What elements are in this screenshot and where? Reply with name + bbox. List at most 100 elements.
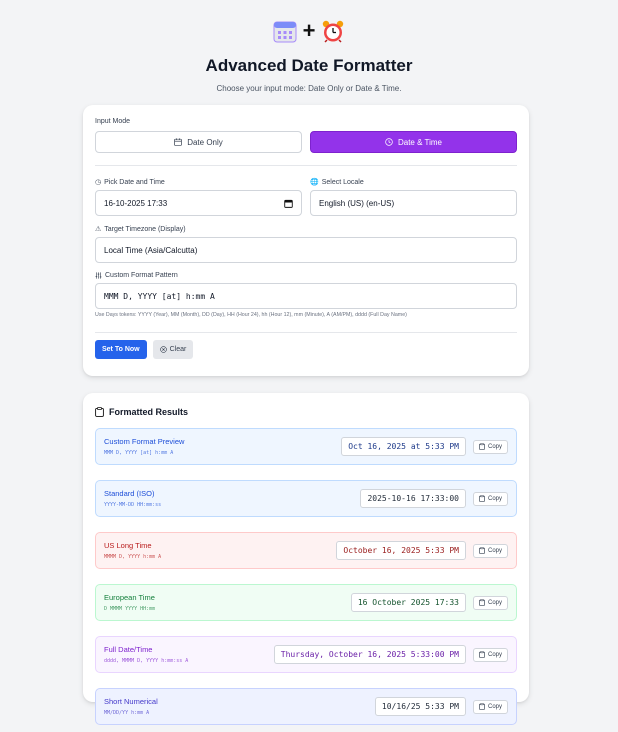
- copy-button[interactable]: Copy: [472, 439, 508, 454]
- result-actions: October 16, 2025 5:33 PM Copy: [336, 541, 508, 560]
- copy-label: Copy: [487, 495, 502, 502]
- divider: [95, 165, 517, 166]
- copy-label: Copy: [487, 443, 502, 450]
- clock-icon: ◷: [95, 179, 102, 186]
- result-pattern: MMMM D, YYYY h:mm A: [104, 554, 162, 560]
- result-pattern: D MMMM YYYY HH:mm: [104, 606, 156, 612]
- date-time-label: Date & Time: [397, 137, 442, 147]
- page-header: + Advanced Date Formatter Choose your in…: [0, 0, 618, 94]
- clipboard-icon: [95, 407, 104, 417]
- result-value: October 16, 2025 5:33 PM: [336, 541, 466, 560]
- timezone-value: Local Time (Asia/Calcutta): [104, 245, 198, 255]
- date-only-button[interactable]: Date Only: [95, 131, 302, 153]
- copy-label: Copy: [487, 547, 502, 554]
- results-title: Formatted Results: [95, 407, 517, 417]
- copy-button[interactable]: Copy: [472, 595, 508, 610]
- copy-button[interactable]: Copy: [472, 491, 508, 506]
- locale-field-label: 🌐 Select Locale: [310, 178, 517, 187]
- result-pattern: YYYY-MM-DD HH:mm:ss: [104, 502, 162, 508]
- date-time-value: 16-10-2025 17:33: [104, 198, 168, 208]
- result-info: Standard (ISO) YYYY-MM-DD HH:mm:ss: [104, 489, 161, 508]
- result-row: Standard (ISO) YYYY-MM-DD HH:mm:ss 2025-10…: [95, 480, 517, 517]
- result-value: 2025-10-16 17:33:00: [360, 489, 466, 508]
- clipboard-icon: [479, 703, 485, 710]
- result-name: Short Numerical: [104, 697, 158, 706]
- warning-icon: ⚠: [95, 226, 102, 233]
- result-value: 10/16/25 5:33 PM: [374, 697, 466, 716]
- copy-label: Copy: [487, 599, 502, 606]
- result-info: Full Date/Time dddd, MMMM D, YYYY h:mm:ss…: [104, 645, 188, 664]
- timezone-field-label: ⚠ Target Timezone (Display): [95, 225, 517, 234]
- result-row: European Time D MMMM YYYY HH:mm 16 October…: [95, 584, 517, 621]
- results-title-text: Formatted Results: [109, 407, 189, 417]
- input-mode-label: Input Mode: [95, 118, 131, 125]
- copy-button[interactable]: Copy: [472, 699, 508, 714]
- result-pattern: dddd, MMMM D, YYYY h:mm:ss A: [104, 658, 189, 664]
- date-time-field-label: ◷ Pick Date and Time: [95, 178, 302, 187]
- calendar-icon: [174, 138, 183, 146]
- result-name: Standard (ISO): [104, 489, 155, 498]
- result-name: Full Date/Time: [104, 645, 153, 654]
- results-card: Formatted Results Custom Format Preview M…: [83, 393, 529, 725]
- result-row: Custom Format Preview MMM D, YYYY [at] h:…: [95, 428, 517, 465]
- pattern-input[interactable]: MMM D, YYYY [at] h:mm A: [95, 283, 517, 309]
- pattern-label-text: Custom Format Pattern: [105, 272, 178, 279]
- clipboard-icon: [479, 599, 485, 606]
- sliders-icon: [95, 272, 102, 279]
- alarm-clock-icon: [323, 20, 344, 43]
- clear-button[interactable]: Clear: [152, 340, 194, 359]
- result-name: US Long Time: [104, 541, 152, 550]
- pattern-field-label: Custom Format Pattern: [95, 272, 517, 279]
- calendar-picker-icon[interactable]: [284, 199, 293, 208]
- result-name: Custom Format Preview: [104, 437, 185, 446]
- result-info: Short Numerical MM/DD/YY h:mm A: [104, 697, 158, 716]
- result-actions: 2025-10-16 17:33:00 Copy: [360, 489, 508, 508]
- date-only-label: Date Only: [187, 137, 223, 147]
- clipboard-icon: [479, 443, 485, 450]
- result-row: Short Numerical MM/DD/YY h:mm A 10/16/25 5…: [95, 688, 517, 725]
- divider: [95, 332, 517, 333]
- result-name: European Time: [104, 593, 155, 602]
- plus-sign: +: [302, 18, 316, 43]
- result-actions: Thursday, October 16, 2025 5:33:00 PM Cop…: [273, 645, 508, 664]
- calendar-icon: [273, 21, 297, 43]
- result-value: Thursday, October 16, 2025 5:33:00 PM: [273, 645, 466, 664]
- date-time-button[interactable]: Date & Time: [310, 131, 517, 153]
- result-value: 16 October 2025 17:33: [350, 593, 466, 612]
- result-pattern: MM/DD/YY h:mm A: [104, 710, 150, 716]
- result-row: US Long Time MMMM D, YYYY h:mm A October 1…: [95, 532, 517, 569]
- locale-label-text: Select Locale: [321, 178, 364, 186]
- copy-label: Copy: [487, 703, 502, 710]
- result-info: European Time D MMMM YYYY HH:mm: [104, 593, 155, 612]
- result-value: Oct 16, 2025 at 5:33 PM: [341, 437, 466, 456]
- result-actions: 16 October 2025 17:33 Copy: [350, 593, 508, 612]
- results-list: Custom Format Preview MMM D, YYYY [at] h:…: [95, 428, 517, 725]
- timezone-select[interactable]: Local Time (Asia/Calcutta): [95, 237, 517, 263]
- pattern-hint: Use Days tokens: YYYY (Year), MM (Month)…: [95, 312, 407, 318]
- input-card: Input Mode Date Only Date & Time ◷ Pick …: [83, 105, 529, 376]
- clipboard-icon: [479, 495, 485, 502]
- x-circle-icon: [159, 346, 167, 353]
- copy-button[interactable]: Copy: [472, 543, 508, 558]
- copy-button[interactable]: Copy: [472, 647, 508, 662]
- result-actions: Oct 16, 2025 at 5:33 PM Copy: [341, 437, 508, 456]
- mode-toggle: Date Only Date & Time: [95, 131, 517, 153]
- header-icons: +: [0, 17, 618, 45]
- date-time-label-text: Pick Date and Time: [104, 178, 165, 186]
- timezone-label-text: Target Timezone (Display): [104, 225, 186, 233]
- copy-label: Copy: [487, 651, 502, 658]
- globe-icon: 🌐: [310, 179, 319, 186]
- clipboard-icon: [479, 651, 485, 658]
- set-to-now-button[interactable]: Set To Now: [95, 340, 147, 359]
- clear-label: Clear: [169, 346, 187, 353]
- page-title: Advanced Date Formatter: [205, 56, 413, 75]
- page-subtitle: Choose your input mode: Date Only or Dat…: [216, 84, 402, 93]
- locale-value: English (US) (en-US): [319, 198, 395, 208]
- date-time-input[interactable]: 16-10-2025 17:33: [95, 190, 302, 216]
- result-actions: 10/16/25 5:33 PM Copy: [374, 697, 508, 716]
- pattern-value: MMM D, YYYY [at] h:mm A: [104, 291, 215, 301]
- locale-select[interactable]: English (US) (en-US): [310, 190, 517, 216]
- result-info: US Long Time MMMM D, YYYY h:mm A: [104, 541, 161, 560]
- clock-icon: [385, 138, 393, 146]
- clipboard-icon: [479, 547, 485, 554]
